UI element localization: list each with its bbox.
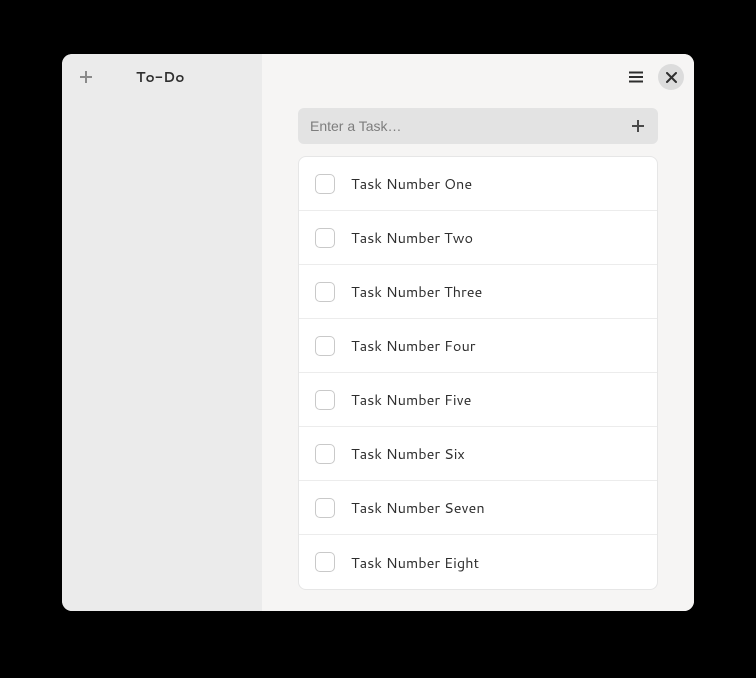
task-checkbox[interactable] bbox=[315, 228, 335, 248]
content-area: Task Number One Task Number Two Task Num… bbox=[262, 100, 694, 611]
task-list: Task Number One Task Number Two Task Num… bbox=[298, 156, 658, 590]
task-label: Task Number One bbox=[351, 173, 472, 194]
sidebar-header: To-Do bbox=[62, 54, 262, 100]
task-row[interactable]: Task Number Seven bbox=[299, 481, 657, 535]
task-checkbox[interactable] bbox=[315, 390, 335, 410]
task-checkbox[interactable] bbox=[315, 336, 335, 356]
sidebar: To-Do bbox=[62, 54, 262, 611]
task-row[interactable]: Task Number Eight bbox=[299, 535, 657, 589]
task-row[interactable]: Task Number Five bbox=[299, 373, 657, 427]
main-header bbox=[262, 54, 694, 100]
task-label: Task Number Five bbox=[351, 389, 471, 410]
task-label: Task Number Four bbox=[351, 335, 475, 356]
main-area: Task Number One Task Number Two Task Num… bbox=[262, 54, 694, 611]
task-entry-input[interactable] bbox=[310, 118, 626, 134]
sidebar-title: To-Do bbox=[136, 67, 185, 87]
close-button[interactable] bbox=[658, 64, 684, 90]
task-checkbox[interactable] bbox=[315, 498, 335, 518]
hamburger-icon bbox=[628, 69, 644, 85]
add-task-button[interactable] bbox=[626, 114, 650, 138]
task-row[interactable]: Task Number Three bbox=[299, 265, 657, 319]
task-label: Task Number Six bbox=[351, 443, 465, 464]
menu-button[interactable] bbox=[622, 63, 650, 91]
close-icon bbox=[666, 72, 677, 83]
app-window: To-Do bbox=[62, 54, 694, 611]
task-checkbox[interactable] bbox=[315, 444, 335, 464]
task-row[interactable]: Task Number One bbox=[299, 157, 657, 211]
task-entry-row bbox=[298, 108, 658, 144]
task-row[interactable]: Task Number Six bbox=[299, 427, 657, 481]
task-checkbox[interactable] bbox=[315, 282, 335, 302]
task-label: Task Number Eight bbox=[351, 552, 479, 573]
task-label: Task Number Seven bbox=[351, 497, 485, 518]
task-label: Task Number Three bbox=[351, 281, 482, 302]
task-label: Task Number Two bbox=[351, 227, 473, 248]
plus-icon bbox=[630, 118, 646, 134]
task-row[interactable]: Task Number Four bbox=[299, 319, 657, 373]
task-row[interactable]: Task Number Two bbox=[299, 211, 657, 265]
task-checkbox[interactable] bbox=[315, 552, 335, 572]
add-list-button[interactable] bbox=[74, 65, 98, 89]
plus-icon bbox=[78, 69, 94, 85]
task-checkbox[interactable] bbox=[315, 174, 335, 194]
